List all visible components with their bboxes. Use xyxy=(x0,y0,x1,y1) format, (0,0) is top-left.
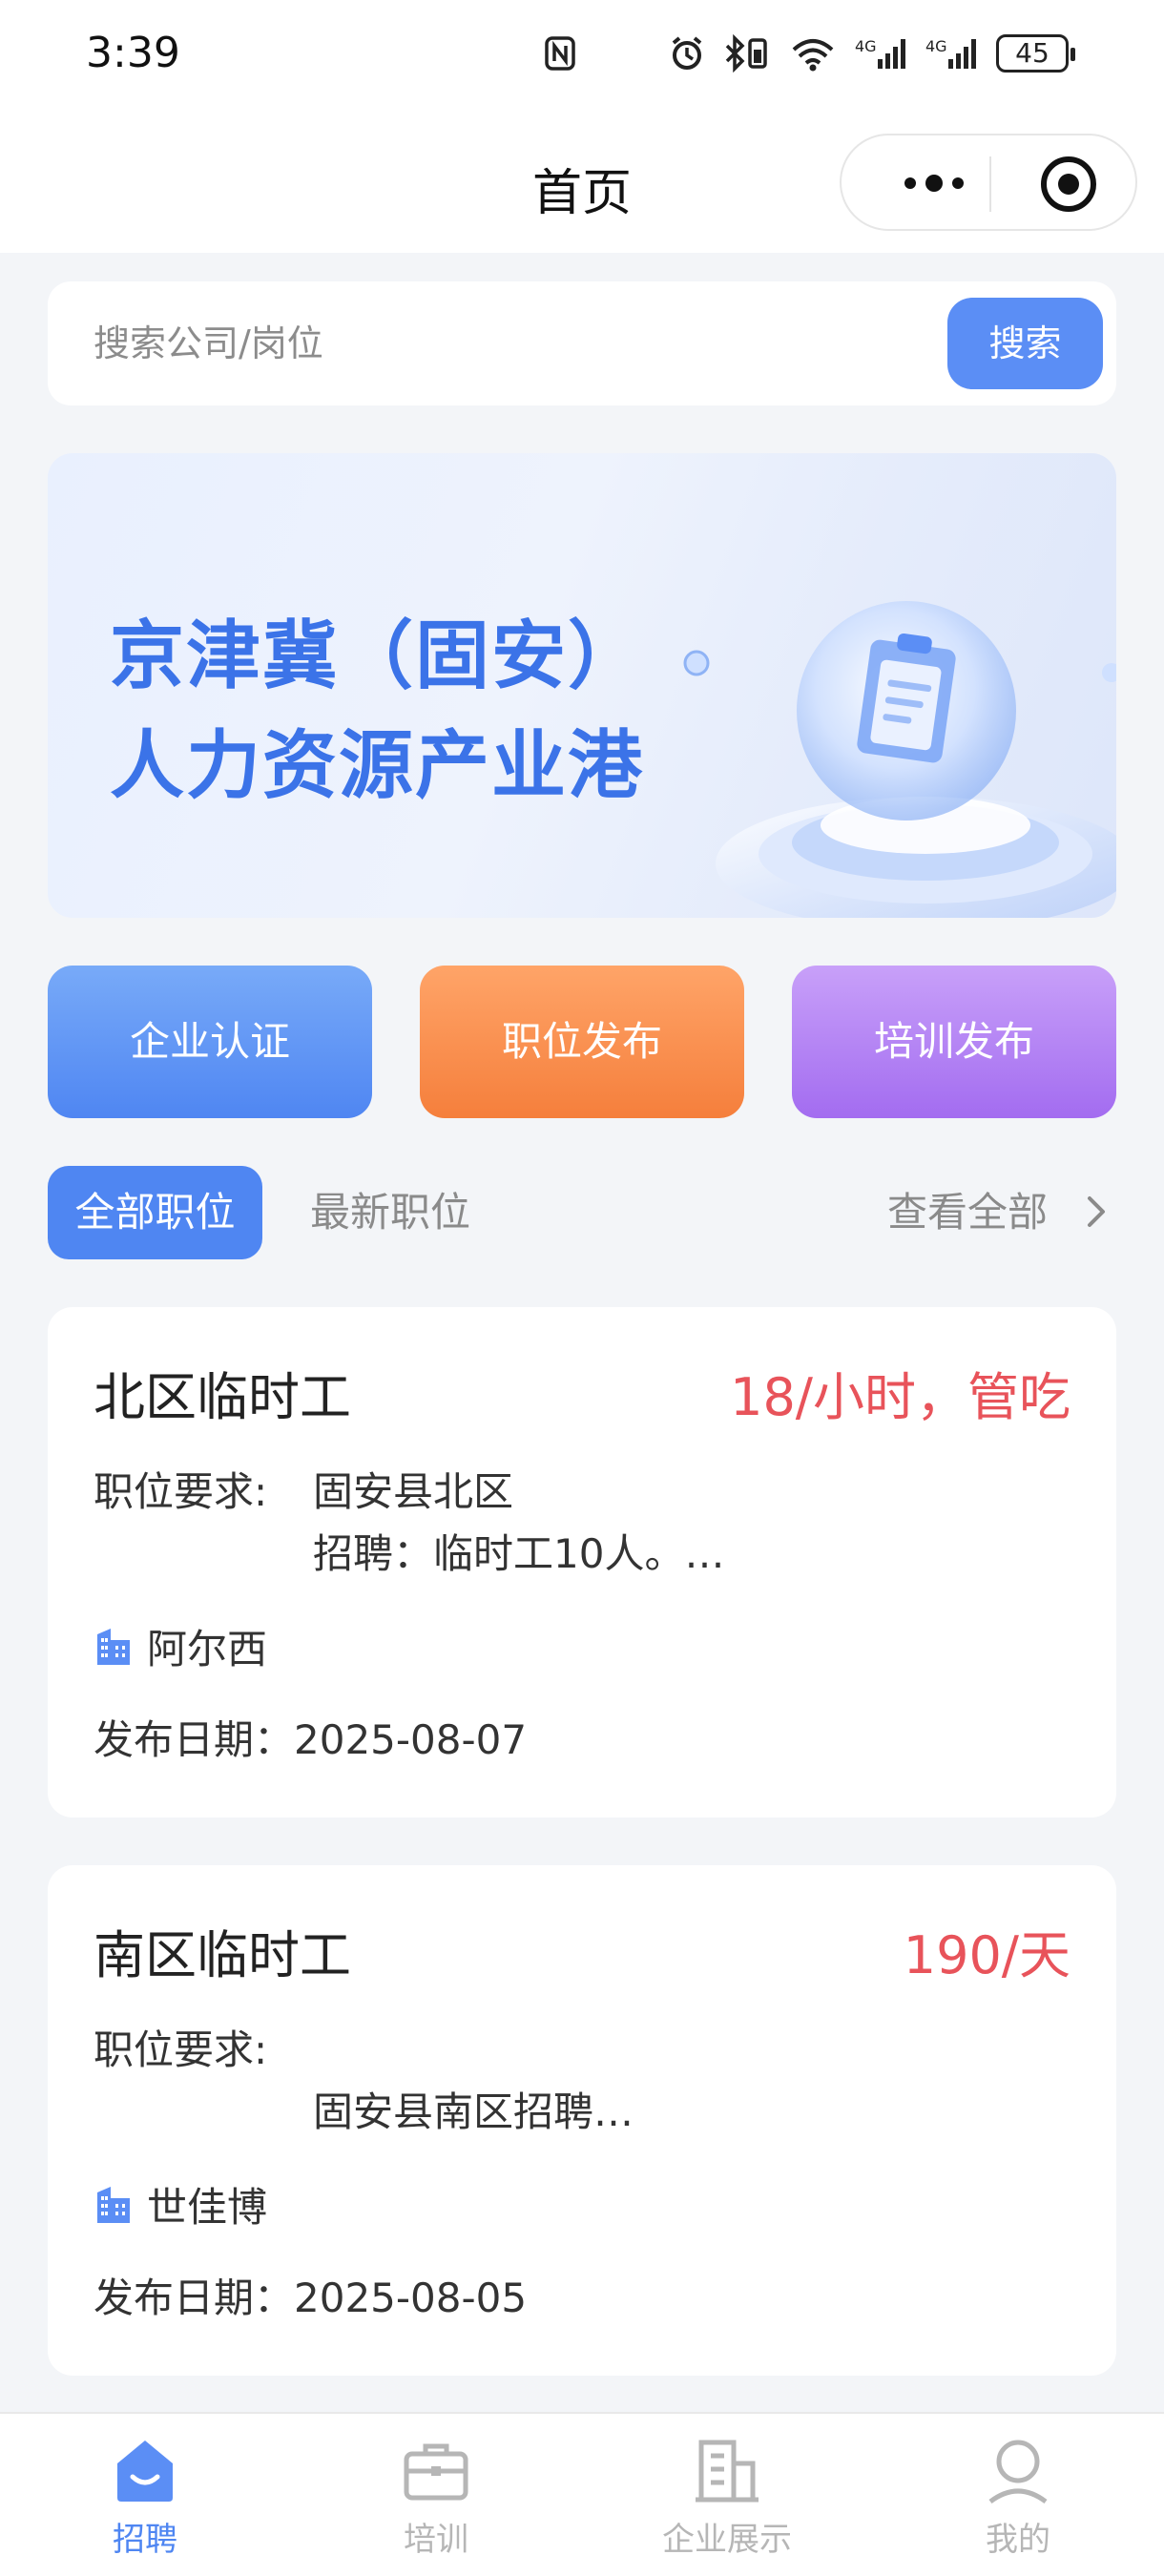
alarm-icon xyxy=(668,34,706,73)
training-post-button[interactable]: 培训发布 xyxy=(792,966,1116,1118)
battery-icon: 45 xyxy=(996,34,1075,73)
job-company: 阿尔西 xyxy=(94,1617,267,1675)
job-requirement-label: 职位要求: xyxy=(94,2026,268,2073)
building-icon xyxy=(97,2186,130,2223)
status-time: 3:39 xyxy=(86,29,180,77)
tabbar-item-training[interactable]: 培训 xyxy=(341,2435,531,2560)
status-icons: 4G 4G 45 xyxy=(544,33,1075,73)
job-requirement-label: 职位要求: xyxy=(94,1468,268,1515)
company-name: 阿尔西 xyxy=(147,1626,268,1672)
job-card[interactable]: 南区临时工 190/天 职位要求: 固安县南区招聘… 世佳博 发布日期：2025… xyxy=(48,1865,1116,2376)
bluetooth-icon xyxy=(723,33,771,73)
chevron-right-icon[interactable] xyxy=(1078,1195,1112,1229)
status-bar: 3:39 4G 4G 45 xyxy=(0,0,1164,114)
clipboard-sphere-illustration xyxy=(683,601,1116,918)
banner-title-line1: 京津冀（固安） xyxy=(110,613,645,699)
bottom-tab-bar: 招聘 培训 企业展示 我的 xyxy=(0,2412,1164,2576)
job-salary: 18/小时，管吃 xyxy=(730,1367,1070,1427)
job-company: 世佳博 xyxy=(94,2175,267,2233)
briefcase-icon xyxy=(404,2443,468,2501)
close-target-button[interactable] xyxy=(1041,156,1096,212)
publish-date: 发布日期：2025-08-05 xyxy=(94,2275,528,2321)
job-requirement-line2: 招聘：临时工10人。… xyxy=(313,1530,725,1577)
building-icon xyxy=(97,1628,130,1665)
job-requirement-line1: 固安县北区 xyxy=(313,1468,514,1515)
signal-icon-2: 4G xyxy=(925,34,979,73)
search-bar: 搜索 xyxy=(48,281,1116,405)
tabbar-label: 招聘 xyxy=(113,2521,177,2559)
job-salary: 190/天 xyxy=(903,1925,1070,1985)
enterprise-verify-button[interactable]: 企业认证 xyxy=(48,966,372,1118)
job-post-button[interactable]: 职位发布 xyxy=(420,966,744,1118)
svg-text:4G: 4G xyxy=(855,37,877,55)
tabbar-item-mine[interactable]: 我的 xyxy=(923,2435,1113,2560)
publish-date: 发布日期：2025-08-07 xyxy=(94,1716,528,1763)
job-title: 南区临时工 xyxy=(94,1925,351,1985)
search-input[interactable] xyxy=(94,312,952,375)
more-menu-button[interactable] xyxy=(882,164,987,202)
company-name: 世佳博 xyxy=(147,2184,268,2231)
banner-title-line2: 人力资源产业港 xyxy=(110,723,645,809)
miniprogram-capsule xyxy=(840,134,1137,231)
svg-text:4G: 4G xyxy=(925,37,947,55)
tabbar-label: 培训 xyxy=(404,2521,468,2559)
job-card[interactable]: 北区临时工 18/小时，管吃 职位要求: 固安县北区 招聘：临时工10人。… 阿… xyxy=(48,1307,1116,1818)
view-all-link[interactable]: 查看全部 xyxy=(887,1166,1048,1259)
hero-banner[interactable]: 京津冀（固安） 人力资源产业港 xyxy=(48,453,1116,918)
tabbar-label: 我的 xyxy=(986,2521,1050,2559)
tabbar-item-recruit[interactable]: 招聘 xyxy=(50,2435,240,2560)
job-title: 北区临时工 xyxy=(94,1367,351,1427)
building-icon xyxy=(696,2440,759,2503)
nfc-icon xyxy=(544,34,576,73)
tab-latest-jobs[interactable]: 最新职位 xyxy=(310,1166,470,1259)
job-requirement-line2: 固安县南区招聘… xyxy=(313,2088,634,2135)
user-icon xyxy=(988,2440,1048,2504)
search-button[interactable]: 搜索 xyxy=(947,298,1103,389)
nav-bar: 首页 xyxy=(0,114,1164,253)
tabbar-item-company-showcase[interactable]: 企业展示 xyxy=(632,2435,822,2560)
signal-icon-1: 4G xyxy=(855,34,908,73)
tabbar-label: 企业展示 xyxy=(662,2521,792,2559)
recruit-icon xyxy=(117,2441,173,2502)
tab-all-jobs[interactable]: 全部职位 xyxy=(48,1166,262,1259)
wifi-icon xyxy=(788,34,838,73)
capsule-divider xyxy=(989,156,991,212)
